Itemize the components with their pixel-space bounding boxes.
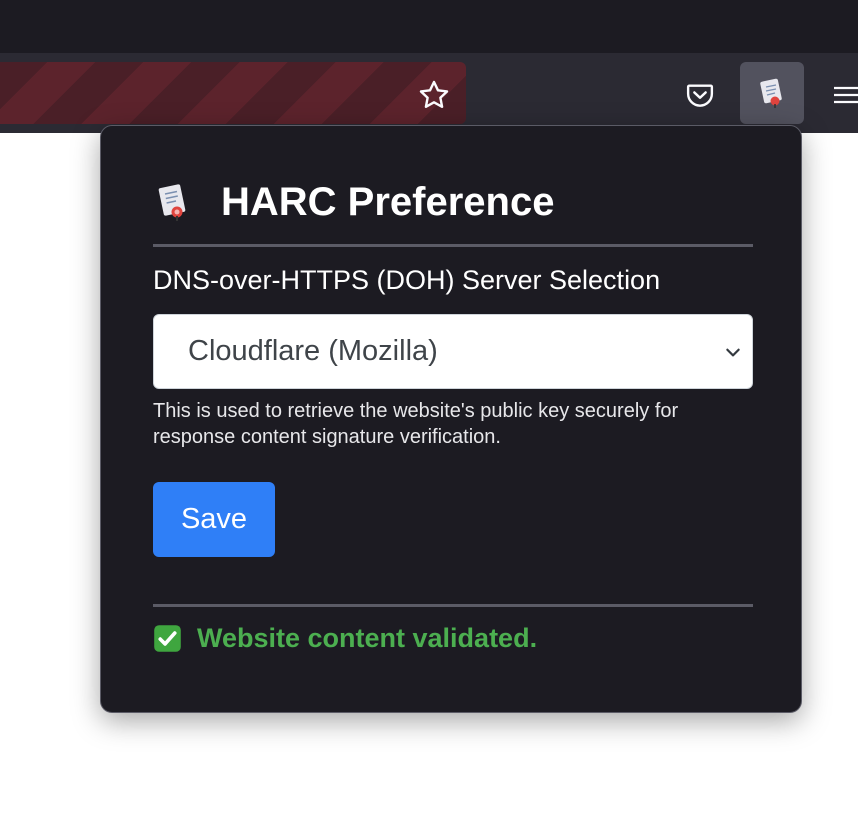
dns-server-selected-value: Cloudflare (Mozilla) (188, 335, 438, 367)
dns-help-text: This is used to retrieve the website's p… (153, 400, 679, 448)
validation-status: Website content validated. (153, 623, 537, 654)
star-icon (419, 80, 449, 108)
harc-logo-icon (158, 184, 186, 221)
url-bar[interactable] (0, 62, 466, 124)
popup-header: HARC Preference (153, 178, 554, 226)
pocket-icon (686, 84, 714, 107)
app-menu-button[interactable] (826, 75, 858, 115)
harc-extension-button[interactable] (740, 62, 804, 124)
popup-title: HARC Preference (221, 180, 555, 224)
header-divider (153, 244, 753, 247)
dns-server-label: DNS-over-HTTPS (DOH) Server Selection (153, 265, 661, 295)
status-divider (153, 604, 753, 607)
save-button[interactable]: Save (153, 482, 275, 557)
pocket-button[interactable] (680, 75, 720, 115)
harc-extension-icon (760, 78, 782, 108)
bookmark-star-button[interactable] (413, 75, 455, 115)
tab-strip (0, 0, 858, 53)
status-message: Website content validated. (197, 623, 538, 653)
check-mark-icon (154, 625, 181, 652)
dns-server-select[interactable]: Cloudflare (Mozilla) (153, 314, 753, 389)
extension-popup: HARC Preference DNS-over-HTTPS (DOH) Ser… (100, 125, 802, 713)
chevron-down-icon (726, 348, 740, 356)
hamburger-menu-icon (834, 86, 858, 104)
